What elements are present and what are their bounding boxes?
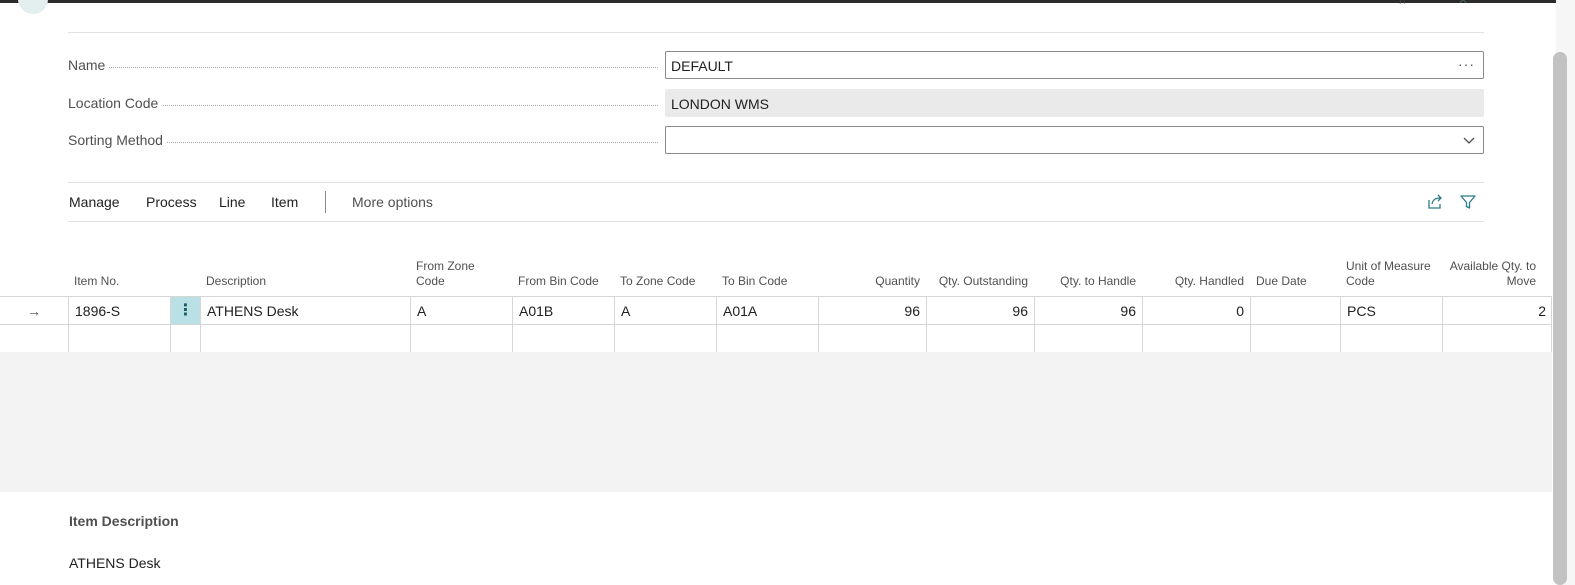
column-header-quantity[interactable]: Quantity [818,254,926,296]
item-menu[interactable]: Item [271,194,298,210]
filter-icon[interactable] [1459,193,1477,211]
column-header-qty-to-handle[interactable]: Qty. to Handle [1034,254,1142,296]
cell-from-zone[interactable]: A [410,297,512,324]
column-header-qty-handled[interactable]: Qty. Handled [1142,254,1250,296]
actionbar-top-divider [68,182,1484,183]
column-header-to-zone[interactable]: To Zone Code [614,254,716,296]
column-header-from-bin[interactable]: From Bin Code [512,254,614,296]
cell-unit-of-measure[interactable]: PCS [1340,297,1442,324]
location-label: Location Code [68,95,163,111]
table-row[interactable]: → 1896-S ⋮ ATHENS Desk A A01B A A01A 96 … [0,296,1552,324]
table-row[interactable] [0,324,1552,352]
name-label: Name [68,57,110,73]
current-row-arrow-icon: → [27,303,41,319]
column-header-qty-outstanding[interactable]: Qty. Outstanding [926,254,1034,296]
action-separator [325,191,326,213]
grid-header: Item No. Description From Zone Code From… [0,254,1552,296]
process-menu[interactable]: Process [146,194,197,210]
cell-qty-outstanding[interactable]: 96 [926,297,1034,324]
cell-quantity[interactable] [818,325,926,352]
header-divider [68,32,1484,33]
actionbar-bottom-divider [68,221,1484,222]
assist-edit-button[interactable]: ··· [1458,56,1475,72]
cell-qty-to-handle[interactable]: 96 [1034,297,1142,324]
row-indicator [0,325,68,352]
chevron-down-icon [1463,137,1475,144]
scrollbar-thumb[interactable] [1553,52,1567,585]
cell-item-no[interactable]: 1896-S [68,297,170,324]
cell-available-qty[interactable] [1442,325,1552,352]
sorting-method-select[interactable] [665,126,1484,154]
cell-to-zone[interactable]: A [614,297,716,324]
cell-description[interactable] [200,325,410,352]
row-menu-button[interactable]: ⋮ [170,297,200,324]
cell-from-bin[interactable] [512,325,614,352]
cell-to-zone[interactable] [614,325,716,352]
bookmark-icon[interactable]: ☆ [1397,0,1411,6]
column-header-unit-of-measure[interactable]: Unit of Measure Code [1340,254,1442,296]
cell-due-date[interactable] [1250,325,1340,352]
grid-empty-area [0,352,1552,492]
name-value: DEFAULT [671,58,733,74]
location-value: LONDON WMS [671,96,769,112]
column-header-description[interactable]: Description [200,254,410,296]
line-menu[interactable]: Line [219,194,245,210]
row-menu-cell[interactable] [170,325,200,352]
column-header-item-no[interactable]: Item No. [68,254,170,296]
cell-unit-of-measure[interactable] [1340,325,1442,352]
sorting-field-row: Sorting Method [68,125,1484,155]
item-description-value: ATHENS Desk [69,555,161,571]
manage-menu[interactable]: Manage [69,194,120,210]
column-header-from-zone[interactable]: From Zone Code [410,254,512,296]
cell-from-zone[interactable] [410,325,512,352]
column-header-due-date[interactable]: Due Date [1250,254,1340,296]
page-icon [18,0,48,14]
location-field: LONDON WMS [665,89,1484,117]
leader-dots [68,67,658,68]
column-header-available-qty[interactable]: Available Qty. to Move [1442,254,1542,296]
top-border [0,0,1575,3]
cell-description[interactable]: ATHENS Desk [200,297,410,324]
cell-from-bin[interactable]: A01B [512,297,614,324]
cell-qty-to-handle[interactable] [1034,325,1142,352]
action-bar: Manage Process Line Item More options [68,186,1484,220]
cell-qty-handled[interactable] [1142,325,1250,352]
cell-due-date[interactable] [1250,297,1340,324]
item-description-title: Item Description [69,513,179,529]
more-options-button[interactable]: More options [352,194,433,210]
cell-available-qty[interactable]: 2 [1442,297,1552,324]
cell-qty-outstanding[interactable] [926,325,1034,352]
column-header-to-bin[interactable]: To Bin Code [716,254,818,296]
sorting-method-label: Sorting Method [68,132,167,148]
cell-qty-handled[interactable]: 0 [1142,297,1250,324]
collapse-icon[interactable]: ✕ [1458,0,1472,6]
name-field-row: Name DEFAULT ··· [68,50,1484,80]
cell-to-bin[interactable] [716,325,818,352]
name-input[interactable]: DEFAULT ··· [665,51,1484,79]
cell-quantity[interactable]: 96 [818,297,926,324]
cell-to-bin[interactable]: A01A [716,297,818,324]
location-field-row: Location Code LONDON WMS [68,88,1484,118]
cell-item-no[interactable] [68,325,170,352]
share-icon[interactable] [1426,193,1444,211]
